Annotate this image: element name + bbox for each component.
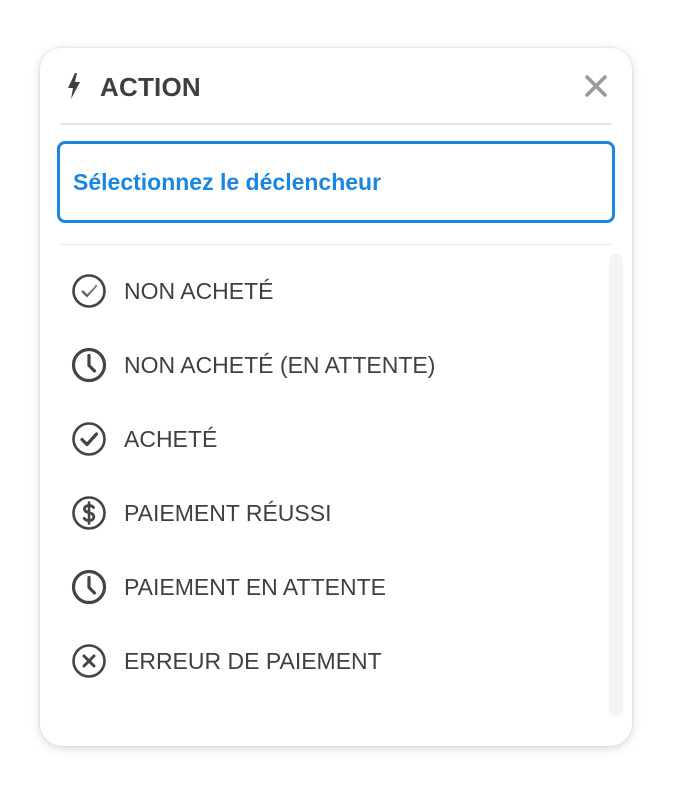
scrollbar[interactable]	[609, 254, 623, 716]
list-item-non-achete-en-attente[interactable]: NON ACHETÉ (EN ATTENTE)	[60, 328, 600, 402]
trigger-list: NON ACHETÉ NON ACHETÉ (EN ATTENTE) ACHET…	[60, 254, 600, 698]
trigger-select-label: Sélectionnez le déclencheur	[73, 168, 382, 195]
list-item-paiement-reussi[interactable]: PAIEMENT RÉUSSI	[60, 476, 600, 550]
panel-title: ACTION	[100, 72, 201, 102]
list-item-achete[interactable]: ACHETÉ	[60, 402, 600, 476]
check-circle-icon	[72, 422, 106, 456]
list-item-label: PAIEMENT EN ATTENTE	[124, 573, 386, 600]
clock-icon	[71, 569, 107, 605]
clock-icon	[71, 347, 107, 383]
action-panel: ACTION Sélectionnez le déclencheur NON A…	[40, 48, 632, 746]
check-circle-outline-icon	[72, 274, 106, 308]
list-item-non-achete[interactable]: NON ACHETÉ	[60, 254, 600, 328]
close-icon[interactable]	[584, 74, 608, 98]
trigger-select[interactable]: Sélectionnez le déclencheur	[57, 141, 615, 223]
list-item-label: NON ACHETÉ	[124, 277, 274, 304]
list-item-label: PAIEMENT RÉUSSI	[124, 499, 332, 526]
list-item-label: ERREUR DE PAIEMENT	[124, 647, 382, 674]
list-item-label: ACHETÉ	[124, 425, 218, 452]
list-item-paiement-en-attente[interactable]: PAIEMENT EN ATTENTE	[60, 550, 600, 624]
list-item-erreur-de-paiement[interactable]: ERREUR DE PAIEMENT	[60, 624, 600, 698]
dollar-circle-icon	[72, 496, 106, 530]
x-circle-icon	[72, 644, 106, 678]
list-item-label: NON ACHETÉ (EN ATTENTE)	[124, 351, 436, 378]
lightning-bolt-icon	[68, 73, 80, 99]
panel-header: ACTION	[60, 48, 612, 125]
divider	[60, 244, 612, 245]
